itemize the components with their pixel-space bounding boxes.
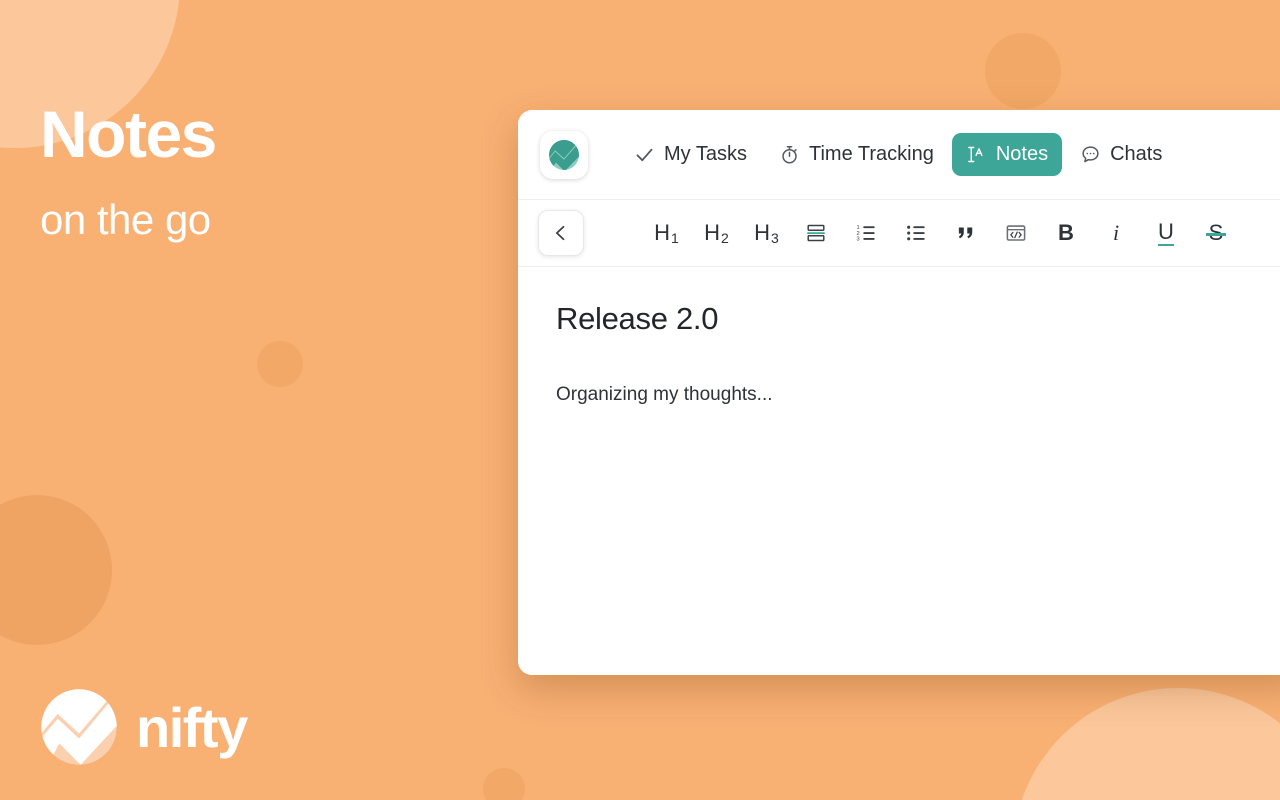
- nifty-app-logo-icon: [549, 139, 579, 170]
- decorative-circle-middle: [257, 341, 303, 387]
- heading-2-button[interactable]: H2: [692, 211, 740, 255]
- tab-time-tracking[interactable]: Time Tracking: [765, 133, 948, 176]
- chat-bubble-icon: [1082, 146, 1099, 163]
- page-break-icon: [807, 224, 825, 242]
- decorative-circle-bottom-right: [1013, 688, 1280, 800]
- note-paragraph[interactable]: Organizing my thoughts...: [556, 384, 1270, 406]
- italic-button[interactable]: i: [1092, 211, 1140, 255]
- nifty-logo-icon: [41, 689, 117, 765]
- italic-icon: i: [1112, 220, 1120, 245]
- decorative-circle-top: [985, 33, 1061, 109]
- brand-lockup: nifty: [38, 686, 248, 768]
- underline-button[interactable]: U: [1142, 211, 1190, 255]
- heading-1-icon: H1: [654, 220, 679, 246]
- bullet-list-icon: [907, 225, 925, 241]
- tab-notes[interactable]: Notes: [951, 133, 1063, 176]
- note-editor[interactable]: Release 2.0 Organizing my thoughts...: [518, 267, 1280, 675]
- quote-icon: [958, 227, 973, 239]
- tab-chats-label: Chats: [1110, 143, 1163, 165]
- promo-copy: Notes on the go: [40, 97, 217, 244]
- brand-wordmark: nifty: [136, 695, 248, 759]
- heading-2-icon: H2: [704, 220, 729, 246]
- code-block-button[interactable]: [992, 211, 1040, 255]
- stopwatch-icon: [782, 146, 797, 164]
- bold-button[interactable]: B: [1042, 211, 1090, 255]
- decorative-circle-left: [0, 495, 112, 645]
- page-break-button[interactable]: [792, 211, 840, 255]
- heading-1-button[interactable]: H1: [642, 211, 690, 255]
- tab-my-tasks-label: My Tasks: [664, 143, 747, 165]
- svg-text:3: 3: [856, 237, 859, 243]
- formatting-toolbar: H1 H2 H3 1 2 3 B i U S: [518, 200, 1280, 267]
- promo-screenshot: Notes on the go nifty My Tasks Time Trac…: [0, 0, 1280, 800]
- heading-3-button[interactable]: H3: [742, 211, 790, 255]
- bullet-list-button[interactable]: [892, 211, 940, 255]
- underline-icon: U: [1158, 218, 1174, 246]
- ordered-list-button[interactable]: 1 2 3: [842, 211, 890, 255]
- blockquote-button[interactable]: [942, 211, 990, 255]
- app-logo-button[interactable]: [540, 130, 588, 179]
- chevron-left-icon: [555, 225, 565, 241]
- app-window: My Tasks Time Tracking Notes Chats H1 H2…: [518, 110, 1280, 675]
- back-button[interactable]: [538, 210, 584, 256]
- app-nav-bar: My Tasks Time Tracking Notes Chats: [518, 110, 1280, 200]
- promo-subtitle: on the go: [40, 196, 211, 244]
- tab-chats[interactable]: Chats: [1066, 133, 1176, 176]
- promo-title: Notes: [40, 97, 217, 171]
- check-icon: [636, 148, 653, 162]
- note-title[interactable]: Release 2.0: [556, 301, 1270, 337]
- text-format-icon: [967, 146, 983, 163]
- formatting-buttons: H1 H2 H3 1 2 3 B i U S: [642, 211, 1240, 255]
- tab-my-tasks[interactable]: My Tasks: [620, 133, 761, 176]
- strikethrough-icon: S: [1205, 220, 1226, 245]
- tab-notes-label: Notes: [995, 143, 1049, 165]
- strikethrough-button[interactable]: S: [1192, 211, 1240, 255]
- heading-3-icon: H3: [754, 220, 779, 246]
- bold-icon: B: [1058, 220, 1074, 245]
- ordered-list-icon: 1 2 3: [856, 225, 875, 243]
- code-block-icon: [1006, 225, 1026, 241]
- tab-time-tracking-label: Time Tracking: [808, 143, 934, 165]
- decorative-circle-bottom: [483, 768, 525, 800]
